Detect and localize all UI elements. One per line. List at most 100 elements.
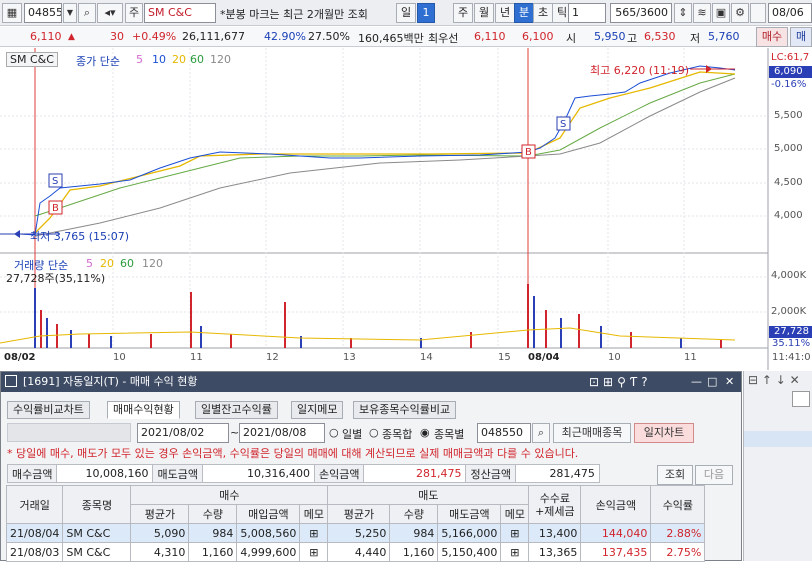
table-row[interactable]: 21/08/04 SM C&C 5,090 984 5,008,560 ⊞ 5,…	[5, 523, 706, 543]
vol-ma20-label: 20	[100, 257, 114, 270]
row-sell-avg: 5,250	[327, 523, 391, 543]
time-label: 11:41:0	[772, 352, 811, 363]
period-num[interactable]: 1	[417, 3, 435, 23]
memo-icon[interactable]: ⊞	[500, 542, 530, 562]
x-label-12: 12	[266, 352, 279, 363]
window-icon	[5, 375, 17, 387]
journal-chart-button[interactable]: 일지차트	[634, 423, 694, 443]
col-buy: 매수	[130, 485, 329, 505]
tab-memo[interactable]: 일지메모	[291, 401, 344, 419]
tab-trade-profit[interactable]: 매매수익현황	[107, 401, 180, 419]
radio-each-icon[interactable]: ◉	[420, 426, 430, 439]
period-second[interactable]: 초	[533, 3, 553, 23]
memo-icon[interactable]: ⊞	[299, 523, 329, 543]
radio-sum-label[interactable]: 종목합	[382, 426, 412, 442]
settle-amount-label: 정산금액	[465, 464, 516, 483]
price-tag: 6,090	[774, 66, 803, 77]
period-month[interactable]: 월	[474, 3, 494, 23]
volume-tag: 27,728	[774, 326, 809, 337]
minimize-icon[interactable]: —	[691, 372, 702, 392]
grid-icon[interactable]: ▦	[2, 3, 22, 23]
save-icon[interactable]: ▣	[712, 3, 730, 23]
x-label-0804: 08/04	[528, 352, 560, 363]
col-buy-avg: 평균가	[130, 504, 190, 524]
date-to-input[interactable]: 2021/08/08	[239, 423, 325, 443]
gear-icon[interactable]: ⚙	[731, 3, 749, 23]
col-sell-memo: 메모	[500, 504, 530, 524]
recent-trades-button[interactable]: 최근매매종목	[553, 423, 631, 443]
warning-text: * 당일에 매수, 매도가 모두 있는 경우 손익금액, 수익률은 당일의 매매…	[7, 447, 579, 460]
radio-each-label[interactable]: 종목별	[434, 426, 464, 442]
tab-daily-balance[interactable]: 일별잔고수익률	[195, 401, 278, 419]
panel-controls[interactable]: ⊟ ↑ ↓ ✕	[748, 373, 800, 387]
date-checkbox[interactable]	[750, 3, 766, 23]
period-week[interactable]: 주	[453, 3, 473, 23]
high-price: 6,530	[644, 30, 676, 43]
x-label-14: 14	[420, 352, 433, 363]
period-minute[interactable]: 분	[514, 3, 534, 23]
radio-sum-icon[interactable]: ○	[369, 426, 379, 439]
ma60-line	[34, 73, 736, 217]
y-label-5000: 5,000	[774, 143, 803, 154]
chart-canvas: S B S B	[0, 48, 812, 370]
expand-icon[interactable]: ⇕	[674, 3, 692, 23]
radio-daily-icon[interactable]: ○	[329, 426, 339, 439]
change-pct: +0.49%	[132, 30, 177, 43]
row-rate: 2.88%	[650, 523, 706, 543]
x-label-15: 15	[498, 352, 511, 363]
col-rate: 수익률	[650, 485, 706, 524]
pref-label: 최우선	[428, 32, 459, 45]
row-pl: 144,040	[580, 523, 652, 543]
tab-profit-compare[interactable]: 수익률비교차트	[7, 401, 90, 419]
radio-daily-label[interactable]: 일별	[342, 426, 362, 442]
row-name: SM C&C	[62, 523, 132, 543]
window-controls[interactable]: ⊡⊞⚲Ƭ?	[589, 372, 652, 392]
ma5-label: 5	[136, 53, 143, 66]
panel-button[interactable]	[792, 391, 810, 407]
pl-amount-label: 손익금액	[313, 464, 365, 483]
code-dropdown-icon[interactable]: ▼	[63, 3, 77, 23]
tab-holding-compare[interactable]: 보유종목수익률비교	[353, 401, 457, 419]
x-label-0802: 08/02	[4, 352, 36, 363]
table-row[interactable]: 21/08/03 SM C&C 4,310 1,160 4,999,600 ⊞ …	[5, 542, 706, 562]
chart-type-icon[interactable]: ≋	[693, 3, 711, 23]
col-buy-memo: 메모	[299, 504, 329, 524]
row-buy-avg: 5,090	[130, 523, 190, 543]
col-name: 종목명	[62, 485, 132, 524]
panel-row-highlight	[744, 431, 812, 447]
date-field[interactable]: 08/06	[768, 3, 812, 23]
buy-button[interactable]: 매수	[756, 27, 788, 47]
row-buy-amt: 4,999,600	[236, 542, 301, 562]
row-buy-amt: 5,008,560	[236, 523, 301, 543]
memo-icon[interactable]: ⊞	[299, 542, 329, 562]
volume-bars	[34, 284, 722, 348]
query-button[interactable]: 조회	[657, 465, 693, 485]
maximize-icon[interactable]: □	[707, 372, 717, 392]
col-sell: 매도	[327, 485, 530, 505]
col-sell-avg: 평균가	[327, 504, 391, 524]
memo-icon[interactable]: ⊞	[500, 523, 530, 543]
chart-area[interactable]: S B S B SM C&C 종가 단순 5 10 20 60 120 최고 6…	[0, 48, 812, 370]
window-search-icon[interactable]: ⌕	[532, 423, 550, 443]
row-sell-amt: 5,166,000	[437, 523, 502, 543]
close-icon[interactable]: ✕	[725, 372, 734, 392]
stock-name-field[interactable]: SM C&C	[144, 3, 216, 23]
sell-button[interactable]: 매	[790, 27, 812, 47]
interval-select[interactable]: 1	[568, 3, 606, 23]
speaker-icon[interactable]: ◂▾	[97, 3, 123, 23]
search-icon[interactable]: ⌕	[78, 3, 96, 23]
next-button[interactable]: 다음	[695, 465, 733, 485]
period-day[interactable]: 일	[396, 3, 416, 23]
row-fee: 13,365	[528, 542, 582, 562]
count-field[interactable]: 565/3600	[610, 3, 672, 23]
open-label: 시	[566, 32, 577, 45]
stock-tag[interactable]: 주	[125, 3, 143, 23]
period-year[interactable]: 년	[495, 3, 515, 23]
high-annotation: 최고 6,220 (11:19)	[590, 64, 690, 77]
chart-stock-name[interactable]: SM C&C	[6, 52, 58, 67]
stock-code-input[interactable]: 048550	[24, 3, 62, 23]
window-code-input[interactable]: 048550	[477, 423, 531, 443]
account-field[interactable]	[7, 423, 131, 442]
fee-label: 수수료	[539, 491, 571, 505]
date-from-input[interactable]: 2021/08/02	[137, 423, 229, 443]
